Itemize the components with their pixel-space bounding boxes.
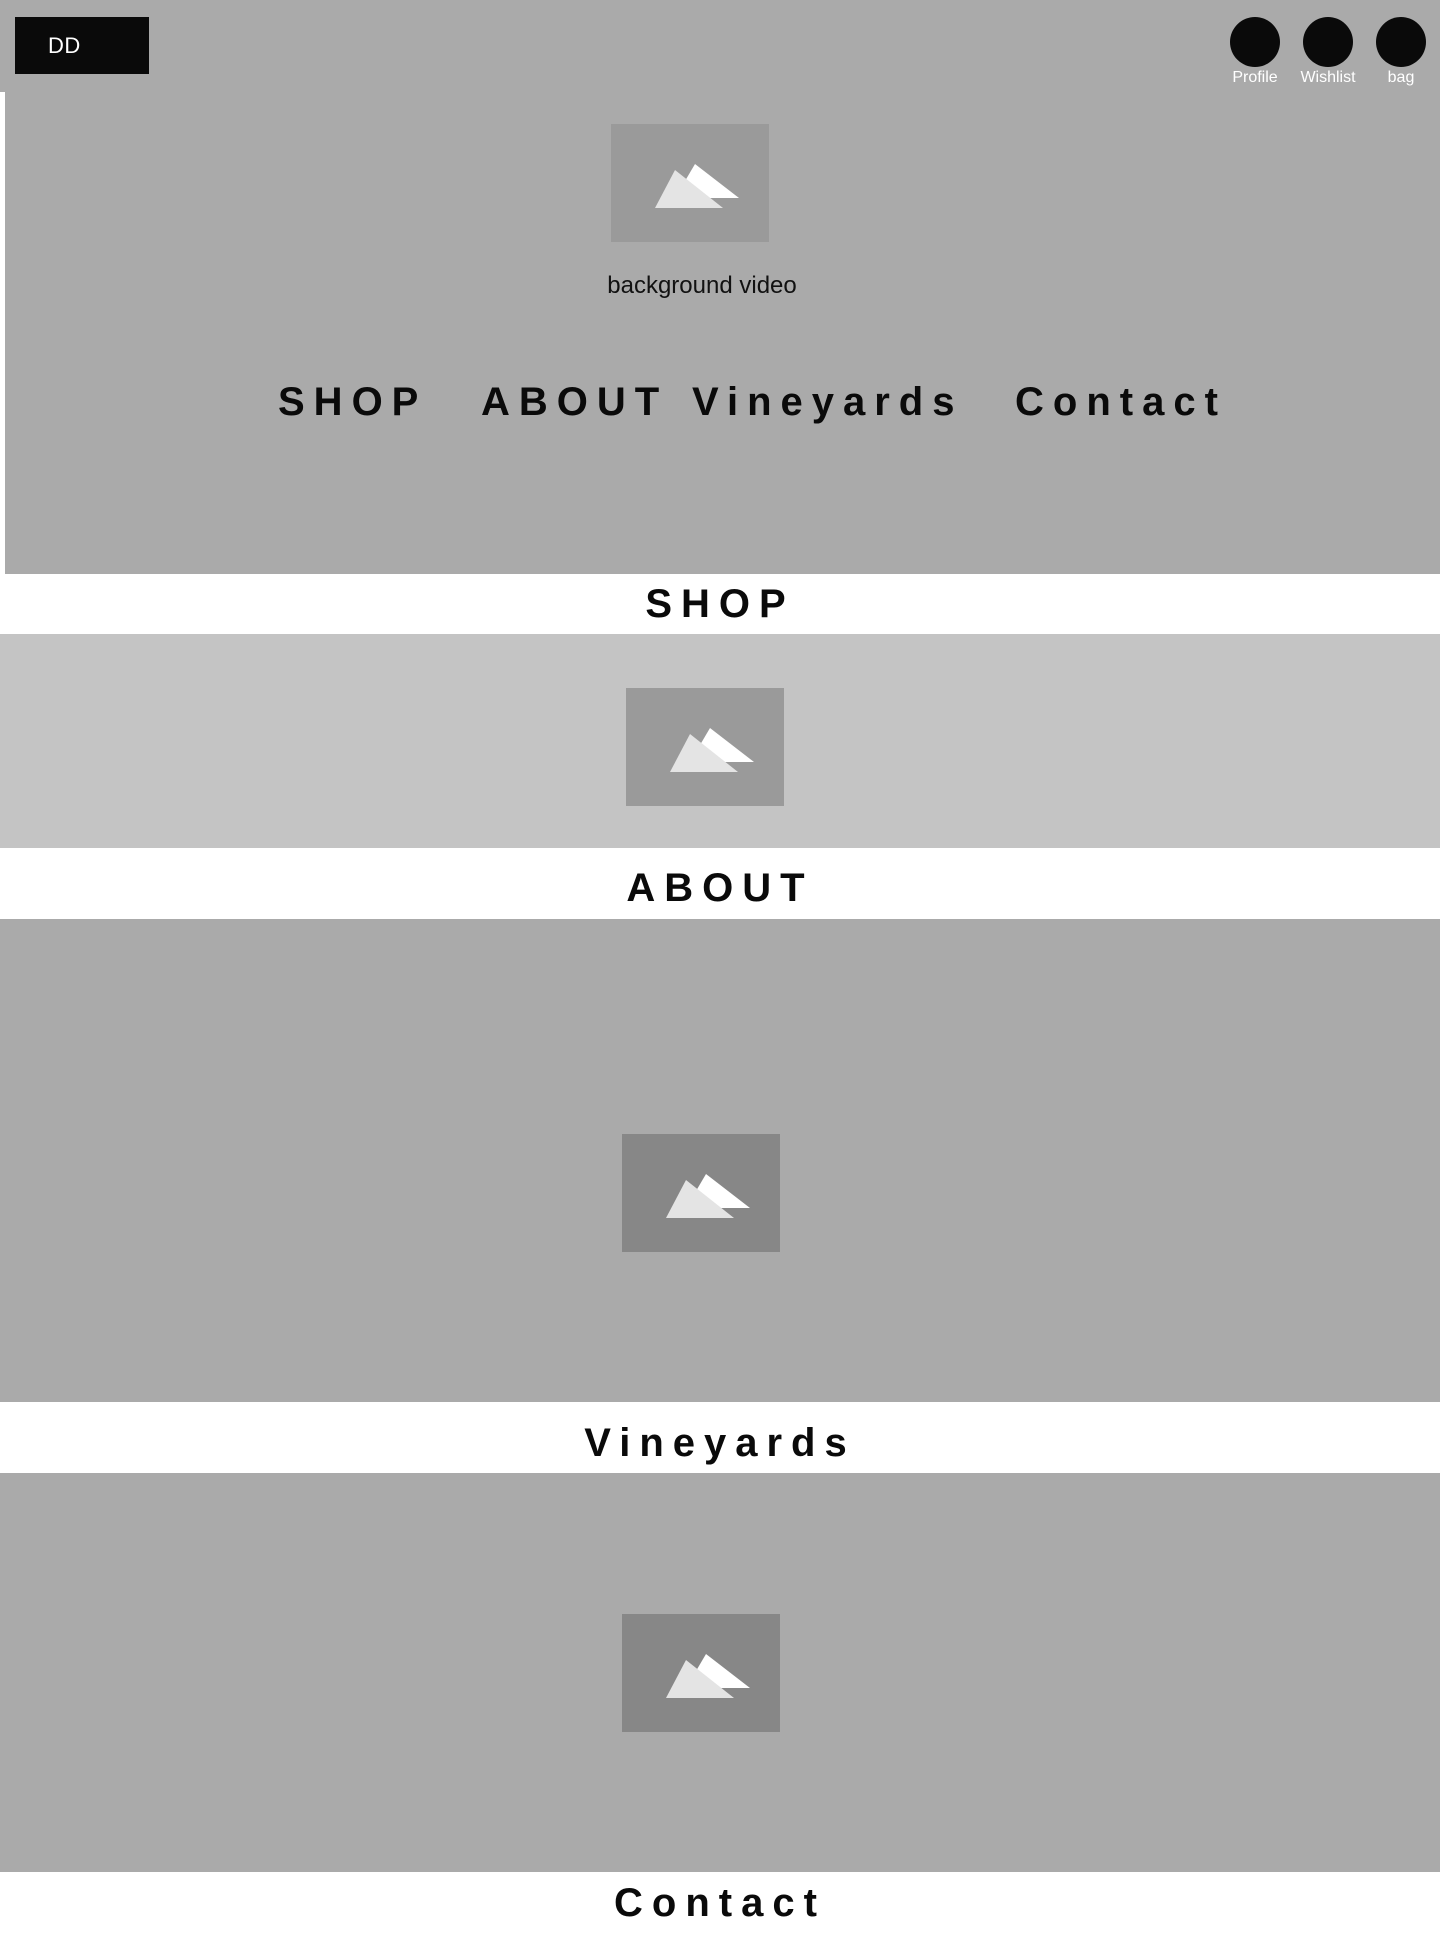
profile-icon (1230, 17, 1280, 67)
image-placeholder-icon (666, 1654, 750, 1698)
hero-caption: background video (607, 272, 797, 299)
wishlist-icon (1303, 17, 1353, 67)
image-placeholder-icon (666, 1174, 750, 1218)
about-image-placeholder (622, 1134, 780, 1252)
bag-label: bag (1387, 69, 1415, 86)
bag-icon (1376, 17, 1426, 67)
section-heading-shop: SHOP (645, 582, 795, 626)
nav-about[interactable]: ABOUT (481, 380, 668, 425)
image-placeholder-icon (655, 164, 739, 208)
section-heading-vineyards: Vineyards (584, 1421, 856, 1465)
logo[interactable]: DD (15, 17, 149, 74)
wishlist-button[interactable]: Wishlist (1300, 17, 1356, 87)
nav-vineyards[interactable]: Vineyards (692, 380, 964, 425)
image-placeholder-icon (670, 728, 754, 772)
shop-image-placeholder (626, 688, 784, 806)
bag-button[interactable]: bag (1376, 17, 1426, 87)
nav-shop[interactable]: SHOP (278, 380, 427, 425)
vineyards-image-placeholder (622, 1614, 780, 1732)
hero-video-placeholder (611, 124, 769, 242)
profile-button[interactable]: Profile (1230, 17, 1280, 87)
section-heading-about: ABOUT (626, 866, 814, 910)
nav-contact[interactable]: Contact (1015, 380, 1227, 425)
section-heading-contact: Contact (614, 1881, 826, 1925)
